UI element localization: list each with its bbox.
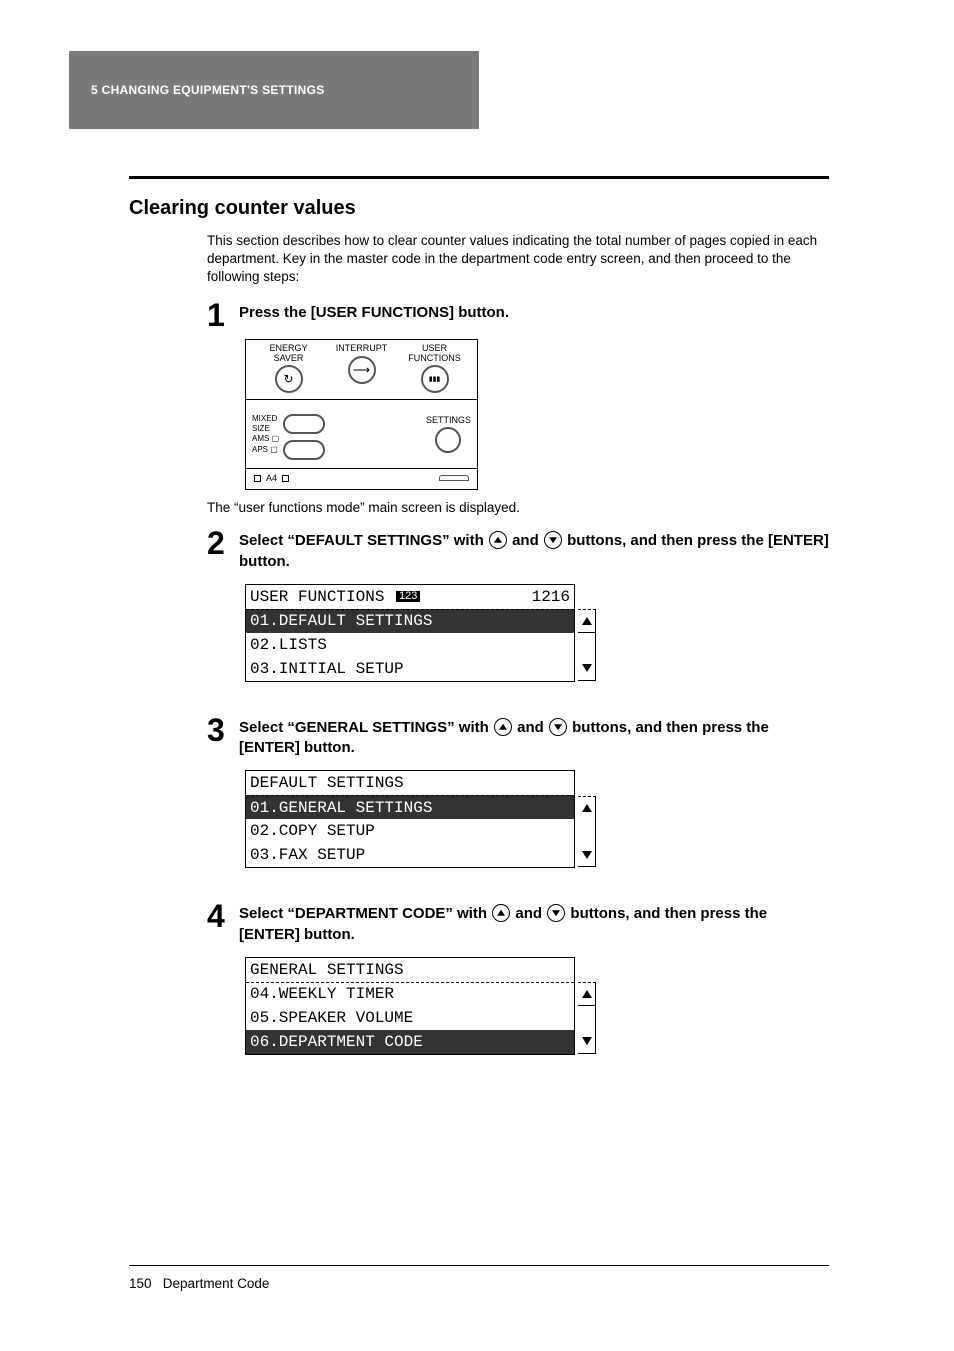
settings-label: SETTINGS: [426, 415, 471, 425]
chapter-label: 5 CHANGING EQUIPMENT'S SETTINGS: [91, 83, 325, 97]
step-title: Select “GENERAL SETTINGS” with and butto…: [239, 716, 829, 759]
lcd-numbox: 123: [396, 591, 420, 602]
step-1: 1 Press the [USER FUNCTIONS] button. ENE…: [207, 301, 829, 516]
down-arrow-icon: [549, 718, 567, 736]
up-arrow-icon: [489, 531, 507, 549]
interrupt-button: ⟶: [348, 356, 376, 384]
intro-text: This section describes how to clear coun…: [207, 232, 829, 287]
lcd-screen: USER FUNCTIONS 123 1216 01.DEFAULT SETTI…: [245, 584, 575, 682]
scroll-up-icon: [578, 796, 596, 820]
scroll-down-icon: [578, 657, 596, 681]
lcd-item: 02.COPY SETUP: [250, 823, 375, 839]
lcd-screen: DEFAULT SETTINGS 01.GENERAL SETTINGS 02.…: [245, 770, 575, 868]
section-title: Clearing counter values: [129, 197, 829, 220]
step-note: The “user functions mode” main screen is…: [207, 500, 829, 515]
step-number: 1: [207, 301, 231, 330]
a4-label: A4: [266, 473, 277, 483]
control-panel-illustration: ENERGY SAVER ↻ INTERRUPT ⟶ USER FUNCTION…: [245, 339, 478, 490]
oval-button-2: [283, 440, 325, 460]
step-title: Select “DEFAULT SETTINGS” with and butto…: [239, 529, 829, 572]
user-functions-label: USER FUNCTIONS: [398, 344, 471, 363]
scroll-mid: [578, 633, 596, 657]
step-title: Press the [USER FUNCTIONS] button.: [239, 301, 509, 323]
oval-button-1: [283, 414, 325, 434]
lcd-item: 01.DEFAULT SETTINGS: [250, 613, 432, 629]
lcd-header: DEFAULT SETTINGS: [250, 775, 404, 791]
footer-section: Department Code: [163, 1276, 270, 1291]
lcd-screen: GENERAL SETTINGS 04.WEEKLY TIMER 05.SPEA…: [245, 957, 575, 1055]
step-number: 3: [207, 716, 231, 745]
energy-saver-button: ↻: [275, 365, 303, 393]
lcd-item: 02.LISTS: [250, 637, 327, 653]
ams-label: AMS: [252, 434, 269, 443]
lcd-item: 03.FAX SETUP: [250, 847, 365, 863]
section-rule: [129, 176, 829, 179]
lcd-header: USER FUNCTIONS: [250, 589, 384, 605]
aps-label: APS: [252, 445, 268, 454]
lcd-item: 06.DEPARTMENT CODE: [250, 1034, 423, 1050]
lcd-item: 03.INITIAL SETUP: [250, 661, 404, 677]
lcd-item: 01.GENERAL SETTINGS: [250, 800, 432, 816]
page-footer: 150 Department Code: [129, 1265, 829, 1291]
tray-icon: [439, 475, 469, 481]
step-title: Select “DEPARTMENT CODE” with and button…: [239, 902, 829, 945]
step-number: 4: [207, 902, 231, 931]
lcd-counter: 1216: [532, 589, 570, 605]
scroll-up-icon: [578, 609, 596, 633]
lcd-header: GENERAL SETTINGS: [250, 962, 404, 978]
down-arrow-icon: [547, 904, 565, 922]
energy-saver-label: ENERGY SAVER: [252, 344, 325, 363]
step-2: 2 Select “DEFAULT SETTINGS” with and but…: [207, 529, 829, 682]
lcd-item: 05.SPEAKER VOLUME: [250, 1010, 413, 1026]
user-functions-button: ▮▮▮: [421, 365, 449, 393]
interrupt-label: INTERRUPT: [325, 344, 398, 353]
scroll-mid: [578, 1006, 596, 1030]
up-arrow-icon: [494, 718, 512, 736]
scroll-down-icon: [578, 843, 596, 867]
scroll-up-icon: [578, 982, 596, 1006]
settings-button: [435, 427, 461, 453]
step-3: 3 Select “GENERAL SETTINGS” with and but…: [207, 716, 829, 869]
scroll-mid: [578, 819, 596, 843]
scroll-down-icon: [578, 1030, 596, 1054]
mixed-size-label: MIXED SIZE: [252, 414, 279, 435]
step-4: 4 Select “DEPARTMENT CODE” with and butt…: [207, 902, 829, 1055]
lcd-item: 04.WEEKLY TIMER: [250, 986, 394, 1002]
page-number: 150: [129, 1276, 152, 1291]
down-arrow-icon: [544, 531, 562, 549]
up-arrow-icon: [492, 904, 510, 922]
chapter-header: 5 CHANGING EQUIPMENT'S SETTINGS: [69, 51, 479, 129]
step-number: 2: [207, 529, 231, 558]
